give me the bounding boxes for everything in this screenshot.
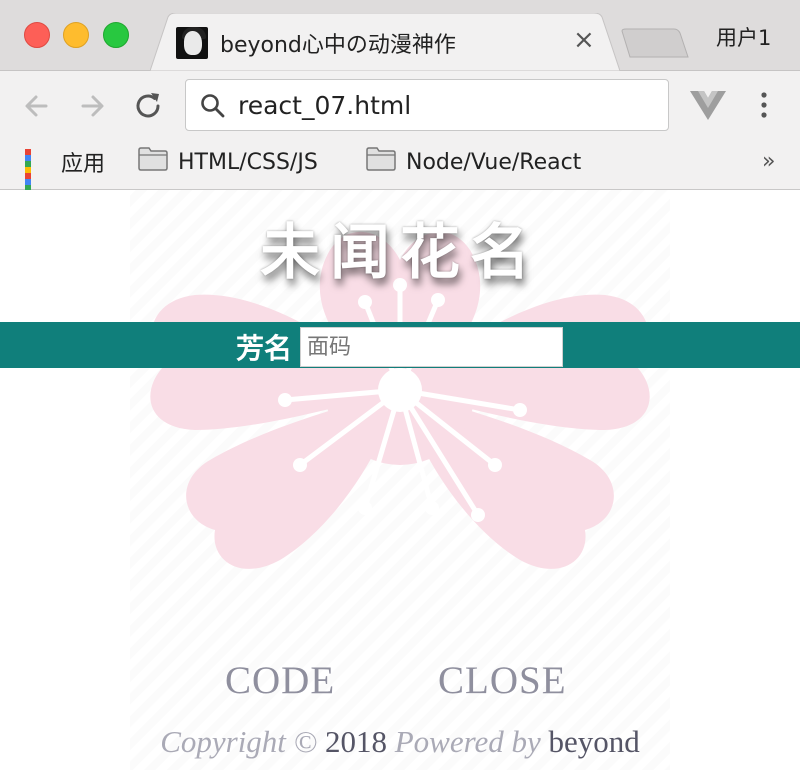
browser-toolbar: react_07.html bbox=[0, 71, 800, 141]
folder-icon bbox=[366, 147, 396, 177]
window-titlebar: beyond心中の动漫神作 × 用户1 bbox=[0, 0, 800, 71]
new-tab-button[interactable] bbox=[620, 27, 690, 63]
author-name: beyond bbox=[548, 724, 640, 759]
browser-tab-active[interactable]: beyond心中の动漫神作 × bbox=[150, 13, 620, 71]
vue-devtools-icon[interactable] bbox=[690, 89, 726, 125]
minimize-window-button[interactable] bbox=[63, 22, 89, 48]
copyright-footer: Copyright © 2018 Powered by beyond bbox=[0, 724, 800, 760]
page-title: 未闻花名 bbox=[260, 218, 540, 288]
bookmark-label: 应用 bbox=[61, 152, 106, 177]
tab-close-icon[interactable]: × bbox=[573, 25, 595, 55]
menu-kebab-icon[interactable] bbox=[754, 91, 774, 125]
copyright-year: 2018 bbox=[324, 724, 387, 759]
bookmark-folder-node-vue-react[interactable]: Node/Vue/React bbox=[366, 147, 581, 177]
folder-icon bbox=[138, 147, 168, 177]
bookmark-label: HTML/CSS/JS bbox=[178, 149, 318, 175]
close-button[interactable]: CLOSE bbox=[438, 658, 567, 703]
url-text[interactable]: react_07.html bbox=[238, 91, 411, 120]
address-bar[interactable]: react_07.html bbox=[185, 79, 669, 131]
bookmark-folder-html-css-js[interactable]: HTML/CSS/JS bbox=[138, 147, 318, 177]
bookmark-label: Node/Vue/React bbox=[406, 149, 582, 175]
bookmark-apps[interactable]: 应用 bbox=[25, 147, 106, 203]
back-arrow-icon[interactable] bbox=[20, 89, 54, 123]
bookmarks-overflow-icon[interactable]: » bbox=[762, 149, 775, 174]
tab-favicon-icon bbox=[176, 27, 208, 59]
name-input[interactable] bbox=[300, 327, 563, 367]
apps-grid-icon bbox=[25, 149, 51, 203]
search-icon bbox=[201, 94, 225, 118]
profile-label[interactable]: 用户1 bbox=[716, 22, 771, 52]
forward-arrow-icon[interactable] bbox=[75, 89, 109, 123]
close-window-button[interactable] bbox=[24, 22, 50, 48]
tab-title: beyond心中の动漫神作 bbox=[220, 33, 456, 58]
code-button[interactable]: CODE bbox=[225, 658, 335, 703]
name-field-band: 芳名 bbox=[0, 322, 800, 368]
zoom-window-button[interactable] bbox=[103, 22, 129, 48]
page-content: 未闻花名 芳名 CODE CLOSE Copyright © 2018 Powe… bbox=[0, 190, 800, 770]
bookmarks-bar: 应用 HTML/CSS/JS Node/Vue/React » bbox=[0, 141, 800, 203]
copyright-prefix: Copyright © bbox=[160, 724, 318, 759]
reload-icon[interactable] bbox=[131, 89, 165, 123]
powered-by-label: Powered by bbox=[394, 724, 541, 759]
name-field-label: 芳名 bbox=[236, 332, 293, 365]
